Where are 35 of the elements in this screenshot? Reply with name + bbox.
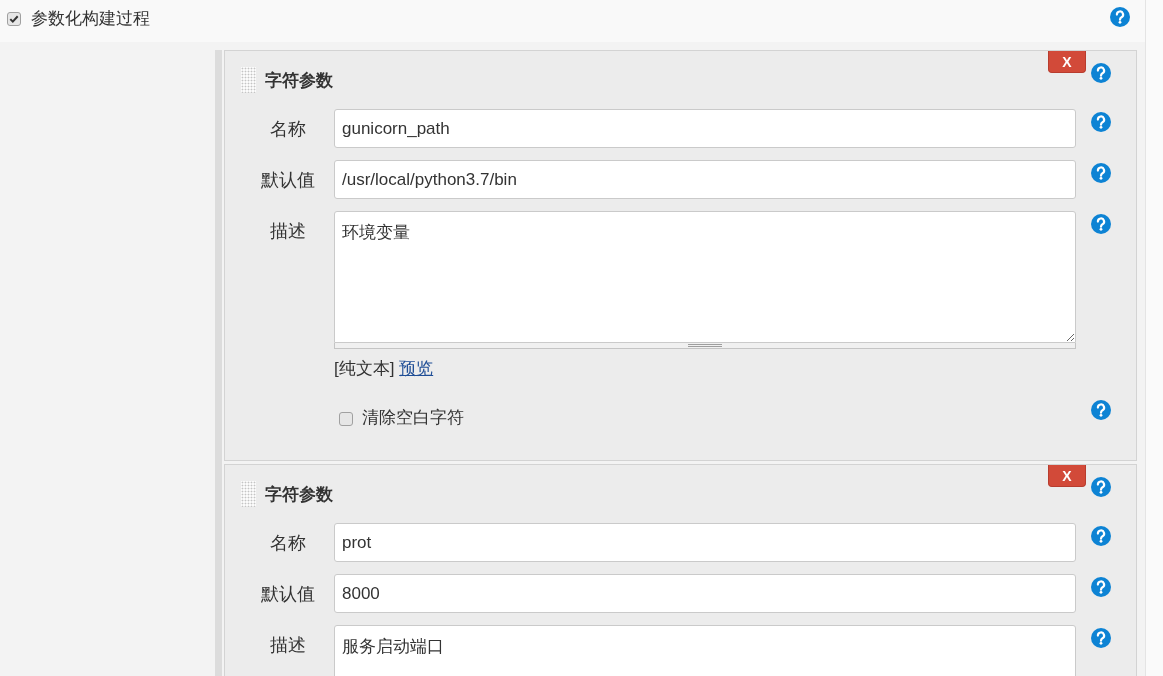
delete-button[interactable]: X <box>1048 465 1086 487</box>
drag-handle-icon[interactable] <box>241 67 256 93</box>
parameter-title: 字符参数 <box>265 483 333 506</box>
textarea-field[interactable]: 服务启动端口 <box>334 625 1076 676</box>
help-icon[interactable] <box>1110 7 1130 27</box>
checkbox[interactable] <box>7 12 21 26</box>
field-label: 名称 <box>269 531 306 555</box>
option-label: 参数化构建过程 <box>31 7 150 30</box>
textarea-field[interactable]: 环境变量 <box>334 211 1076 343</box>
input-field[interactable]: 8000 <box>334 574 1076 613</box>
preview-link[interactable]: 预览 <box>399 359 434 378</box>
format-label: [纯文本] <box>334 359 395 378</box>
field-label: 描述 <box>269 219 306 243</box>
checkbox-label: 清除空白字符 <box>362 406 464 429</box>
help-icon[interactable] <box>1091 400 1111 420</box>
help-icon[interactable] <box>1091 163 1111 183</box>
field-label: 默认值 <box>260 168 315 192</box>
help-icon[interactable] <box>1091 477 1111 497</box>
help-icon[interactable] <box>1091 577 1111 597</box>
parameter-title: 字符参数 <box>265 69 333 92</box>
input-field[interactable]: gunicorn_path <box>334 109 1076 148</box>
resize-handle[interactable] <box>334 343 1076 349</box>
help-icon[interactable] <box>1091 628 1111 648</box>
field-label: 名称 <box>269 117 306 141</box>
drag-handle-icon[interactable] <box>241 481 256 507</box>
help-icon[interactable] <box>1091 112 1111 132</box>
delete-button[interactable]: X <box>1048 51 1086 73</box>
help-icon[interactable] <box>1091 526 1111 546</box>
field-label: 描述 <box>269 633 306 657</box>
input-field[interactable]: prot <box>334 523 1076 562</box>
help-icon[interactable] <box>1091 214 1111 234</box>
checkbox[interactable] <box>339 412 353 426</box>
help-icon[interactable] <box>1091 63 1111 83</box>
field-label: 默认值 <box>260 582 315 606</box>
input-field[interactable]: /usr/local/python3.7/bin <box>334 160 1076 199</box>
